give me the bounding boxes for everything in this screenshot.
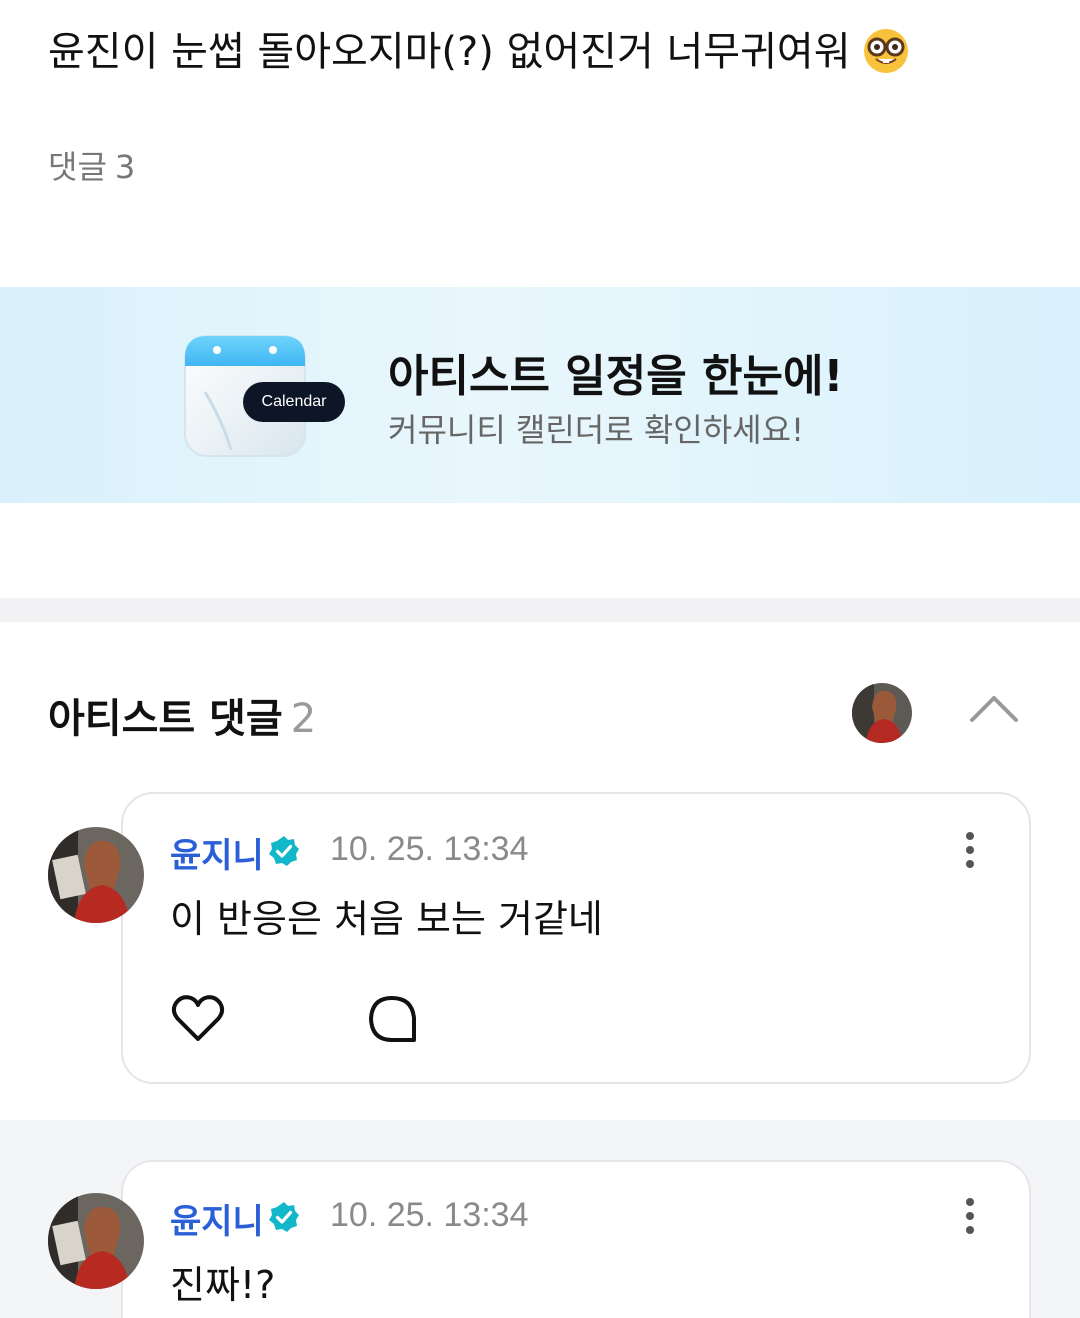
- banner-subtitle: 커뮤니티 캘린더로 확인하세요!: [388, 411, 804, 449]
- comment-author-name[interactable]: 윤지니: [170, 828, 264, 877]
- post-text: 윤진이 눈썹 돌아오지마(?) 없어진거 너무귀여워: [48, 24, 911, 80]
- more-options-icon[interactable]: [958, 830, 982, 870]
- verified-badge-icon: [269, 1202, 299, 1232]
- comment-count-label: 댓글: [48, 148, 107, 186]
- banner-title: 아티스트 일정을 한눈에!: [388, 351, 844, 402]
- more-options-icon[interactable]: [958, 1196, 982, 1236]
- artist-avatar[interactable]: [852, 683, 912, 743]
- avatar-photo-icon: [48, 827, 144, 923]
- post-text-content: 윤진이 눈썹 돌아오지마(?) 없어진거 너무귀여워: [48, 29, 851, 75]
- avatar-photo-icon: [48, 1193, 144, 1289]
- comment-author-avatar[interactable]: [48, 827, 144, 923]
- calendar-badge: Calendar: [243, 382, 345, 422]
- artist-comments-label: 아티스트 댓글: [48, 696, 283, 742]
- artist-comments-count: 2: [290, 696, 317, 742]
- reply-bubble-icon[interactable]: [366, 994, 418, 1044]
- comment-text: 이 반응은 처음 보는 거같네: [170, 897, 603, 941]
- collapse-chevron-up-icon[interactable]: [966, 690, 1022, 730]
- comment-count: 댓글 3: [48, 142, 135, 188]
- reply-text: 진짜!?: [170, 1263, 276, 1307]
- artist-comments-heading: 아티스트 댓글 2: [48, 686, 316, 744]
- avatar-photo-icon: [852, 683, 912, 743]
- reply-author-avatar[interactable]: [48, 1193, 144, 1289]
- reply-author-name[interactable]: 윤지니: [170, 1194, 264, 1243]
- comment-count-number: 3: [114, 148, 136, 186]
- section-divider: [0, 598, 1080, 622]
- verified-badge-icon: [269, 836, 299, 866]
- comment-timestamp: 10. 25. 13:34: [330, 830, 529, 868]
- nerd-face-emoji-icon: [863, 29, 908, 73]
- reply-timestamp: 10. 25. 13:34: [330, 1196, 529, 1234]
- like-heart-icon[interactable]: [170, 992, 226, 1044]
